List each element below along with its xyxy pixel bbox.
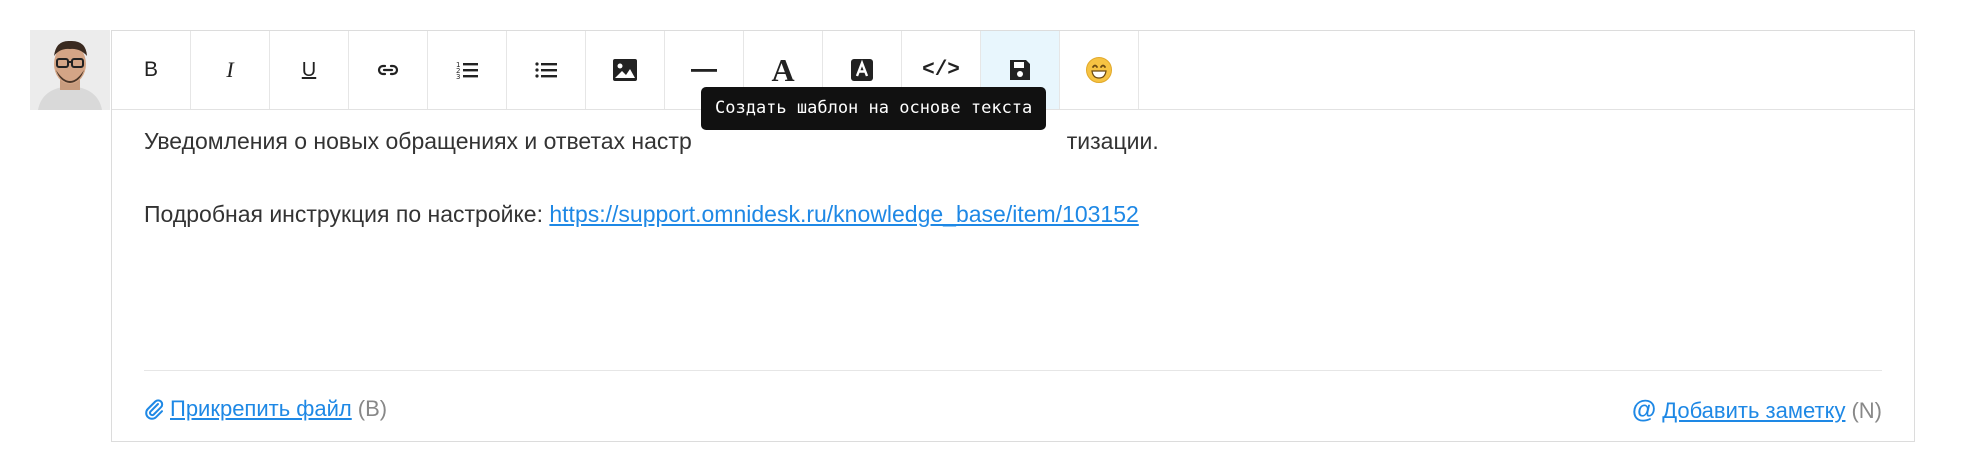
horizontal-rule-icon — [691, 69, 717, 72]
emoji-icon — [1086, 57, 1112, 83]
save-template-tooltip: Создать шаблон на основе текста — [701, 87, 1047, 130]
avatar — [30, 30, 110, 110]
message-line: Подробная инструкция по настройке: https… — [144, 200, 1882, 230]
message-body[interactable]: Уведомления о новых обращениях и ответах… — [144, 127, 1882, 230]
message-text: Уведомления о новых обращениях и ответах… — [144, 128, 692, 154]
avatar-photo — [30, 30, 110, 110]
attach-shortcut-hint: (B) — [357, 396, 388, 421]
emoji-button[interactable] — [1060, 31, 1139, 109]
divider — [144, 370, 1882, 371]
message-text-end: тизации. — [1066, 128, 1159, 154]
underline-icon: U — [301, 58, 317, 81]
note-shortcut-hint: (N) — [1851, 397, 1882, 423]
at-icon[interactable]: @ — [1632, 396, 1656, 425]
knowledge-base-link[interactable]: https://support.omnidesk.ru/knowledge_ba… — [549, 201, 1138, 227]
instruction-text: Подробная инструкция по настройке: — [144, 200, 550, 227]
image-icon — [613, 59, 637, 81]
ordered-list-button[interactable]: 1 2 3 — [428, 31, 507, 109]
add-note-link[interactable]: Добавить заметку — [1662, 398, 1845, 424]
save-icon — [1010, 60, 1030, 80]
svg-text:3: 3 — [456, 73, 460, 81]
paperclip-icon[interactable] — [144, 398, 164, 420]
font-color-icon: A — [771, 51, 795, 88]
message-line: Уведомления о новых обращениях и ответах… — [144, 127, 1882, 157]
unordered-list-icon — [535, 62, 557, 78]
code-icon: </> — [922, 58, 960, 82]
ordered-list-icon: 1 2 3 — [456, 61, 478, 81]
attach-file-link[interactable]: Прикрепить файл — [170, 396, 352, 422]
link-icon — [377, 64, 399, 76]
link-button[interactable] — [349, 31, 428, 109]
italic-icon: I — [226, 57, 234, 82]
add-note-area: @ Добавить заметку (N) — [1632, 396, 1882, 425]
underline-button[interactable]: U — [270, 31, 349, 109]
unordered-list-button[interactable] — [507, 31, 586, 109]
bold-button[interactable]: B — [112, 31, 191, 109]
highlight-icon — [851, 59, 873, 81]
attach-file-area: Прикрепить файл (B) — [144, 396, 387, 422]
bold-icon: B — [143, 58, 158, 81]
image-button[interactable] — [586, 31, 665, 109]
italic-button[interactable]: I — [191, 31, 270, 109]
